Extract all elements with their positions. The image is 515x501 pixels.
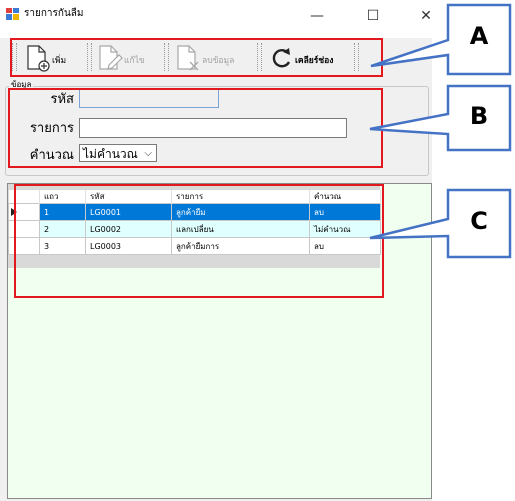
callout-b-label: B bbox=[469, 102, 489, 130]
callout-c-label: C bbox=[470, 207, 488, 235]
callout-layer bbox=[369, 3, 512, 259]
callout-a-label: A bbox=[469, 22, 489, 50]
